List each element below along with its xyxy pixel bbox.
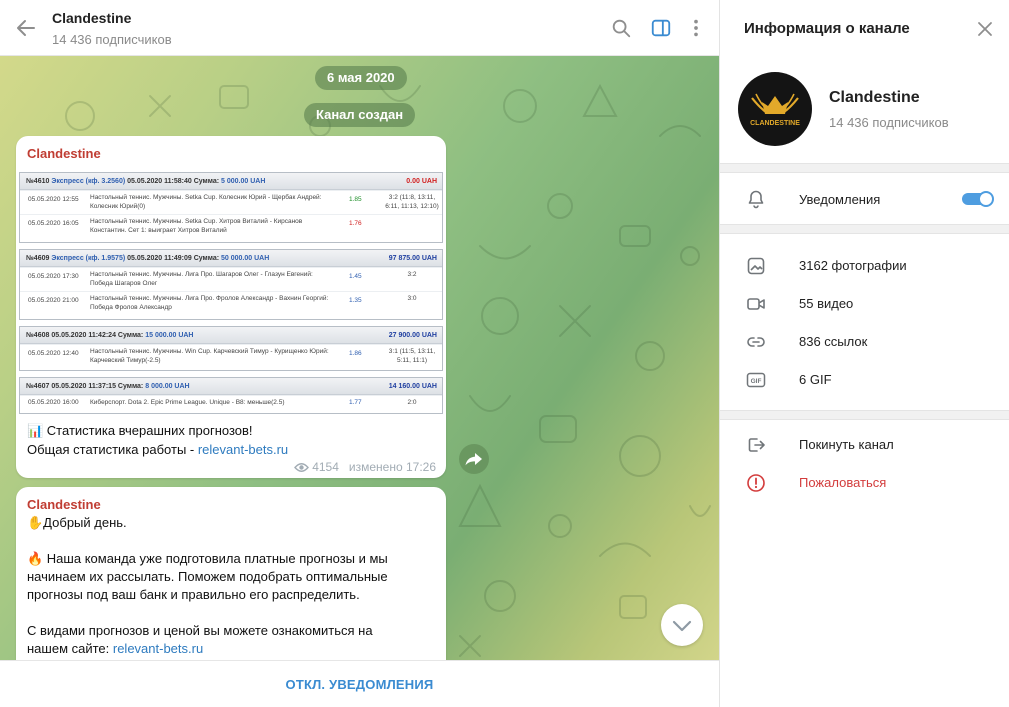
leave-channel-button[interactable]: Покинуть канал xyxy=(799,437,894,452)
bet-row: 05.05.2020 21:00 Настольный теннис. Мужч… xyxy=(20,291,442,315)
eye-icon xyxy=(293,463,309,472)
channel-subscribers: 14 436 подписчиков xyxy=(829,115,949,130)
message-link[interactable]: relevant-bets.ru xyxy=(198,442,288,457)
service-pill: Канал создан xyxy=(304,103,416,127)
chat-subscribers: 14 436 подписчиков xyxy=(52,32,172,47)
bet-result: 14 160.00 UAH xyxy=(388,383,437,390)
avatar[interactable]: CLANDESTINE xyxy=(738,72,812,146)
video-icon xyxy=(747,298,765,310)
photos-link[interactable]: 3162 фотографии xyxy=(799,258,907,273)
message-bubble[interactable]: Clandestine ✋Добрый день. 🔥 Наша команда… xyxy=(16,487,446,660)
more-vertical-icon[interactable] xyxy=(685,17,707,39)
chat-header[interactable]: Clandestine 14 436 подписчиков xyxy=(0,0,719,56)
bet-result: 0.00 UAH xyxy=(406,178,437,185)
message-text: 📊 Статистика вчерашних прогнозов! xyxy=(27,423,253,438)
report-icon xyxy=(747,474,765,492)
view-count: 4154 xyxy=(312,460,339,474)
message-link[interactable]: relevant-bets.ru xyxy=(113,641,203,656)
section-divider xyxy=(720,410,1009,420)
bet-head: №4607 05.05.2020 11:37:15 Сумма: 8 000.0… xyxy=(20,378,442,395)
bet-row: 05.05.2020 16:05 Настольный теннис. Мужч… xyxy=(20,214,442,238)
message-meta: 4154 изменено 17:26 xyxy=(293,460,436,474)
message-text: 🔥 Наша команда уже подготовила платные п… xyxy=(27,551,388,566)
image-icon xyxy=(747,257,765,275)
message-text: начинаем их рассылать. Поможем подобрать… xyxy=(27,569,388,584)
bet-result: 97 875.00 UAH xyxy=(388,255,437,262)
edited-time: изменено 17:26 xyxy=(348,460,436,474)
message-text: С видами прогнозов и ценой вы можете озн… xyxy=(27,623,373,638)
notifications-toggle[interactable] xyxy=(962,191,994,207)
sidebar-toggle-icon[interactable] xyxy=(650,17,672,39)
bet-head: №4609 Экспресс (кф. 1.9575) 05.05.2020 1… xyxy=(20,250,442,267)
chat-title[interactable]: Clandestine xyxy=(52,10,131,26)
section-divider xyxy=(720,224,1009,234)
message-text: ✋Добрый день. xyxy=(27,515,127,530)
bet-slip-image[interactable]: №4610 Экспресс (кф. 3.2560) 05.05.2020 1… xyxy=(19,169,443,417)
videos-link[interactable]: 55 видео xyxy=(799,296,853,311)
bet-row: 05.05.2020 12:55 Настольный теннис. Мужч… xyxy=(20,190,442,214)
close-icon[interactable] xyxy=(976,20,994,38)
leave-icon xyxy=(748,438,765,452)
message-text: нашем сайте: relevant-bets.ru xyxy=(27,641,204,656)
bet-card: №4608 05.05.2020 11:42:24 Сумма: 15 000.… xyxy=(19,326,443,371)
link-icon xyxy=(747,337,765,347)
chat-column: Clandestine 14 436 подписчиков 6 мая 202… xyxy=(0,0,719,707)
bet-card: №4609 Экспресс (кф. 1.9575) 05.05.2020 1… xyxy=(19,249,443,320)
forward-icon xyxy=(465,453,482,466)
gif-icon: GIF xyxy=(746,372,766,388)
message-author[interactable]: Clandestine xyxy=(27,146,101,161)
message-bubble[interactable]: Clandestine №4610 Экспресс (кф. 3.2560) … xyxy=(16,136,446,478)
section-divider xyxy=(720,163,1009,173)
notifications-label[interactable]: Уведомления xyxy=(799,192,880,207)
gif-badge-text: GIF xyxy=(751,378,762,385)
panel-title: Информация о канале xyxy=(744,20,910,37)
search-icon[interactable] xyxy=(610,17,632,39)
message-author[interactable]: Clandestine xyxy=(27,497,101,512)
bet-card: №4610 Экспресс (кф. 3.2560) 05.05.2020 1… xyxy=(19,172,443,243)
bet-result: 27 900.00 UAH xyxy=(388,332,437,339)
bet-card: №4607 05.05.2020 11:37:15 Сумма: 8 000.0… xyxy=(19,377,443,414)
channel-logo: CLANDESTINE xyxy=(750,93,800,127)
gifs-link[interactable]: 6 GIF xyxy=(799,372,832,387)
message-text: Общая статистика работы - relevant-bets.… xyxy=(27,442,289,457)
channel-name: Clandestine xyxy=(829,89,920,106)
bet-row: 05.05.2020 17:30 Настольный теннис. Мужч… xyxy=(20,267,442,291)
report-button[interactable]: Пожаловаться xyxy=(799,475,886,490)
channel-info-panel: Информация о канале CLANDESTINE Clandest… xyxy=(720,0,1009,707)
date-pill: 6 мая 2020 xyxy=(315,66,407,90)
chevron-down-icon xyxy=(672,620,692,632)
message-text: прогнозы под ваш банк и правильно его ра… xyxy=(27,587,360,602)
avatar-text: CLANDESTINE xyxy=(750,120,800,127)
links-link[interactable]: 836 ссылок xyxy=(799,334,867,349)
bell-icon xyxy=(748,190,764,209)
chat-background: 6 мая 2020 Канал создан Clandestine №461… xyxy=(0,56,719,660)
bet-row: 05.05.2020 16:00 Киберспорт. Dota 2. Epi… xyxy=(20,395,442,412)
arrow-left-icon[interactable] xyxy=(14,16,38,40)
mute-notifications-button[interactable]: ОТКЛ. УВЕДОМЛЕНИЯ xyxy=(0,660,719,707)
bet-head: №4608 05.05.2020 11:42:24 Сумма: 15 000.… xyxy=(20,327,442,344)
forward-button[interactable] xyxy=(459,444,489,474)
bet-row: 05.05.2020 12:40 Настольный теннис. Мужч… xyxy=(20,344,442,368)
bet-head: №4610 Экспресс (кф. 3.2560) 05.05.2020 1… xyxy=(20,173,442,190)
scroll-down-button[interactable] xyxy=(661,604,703,646)
